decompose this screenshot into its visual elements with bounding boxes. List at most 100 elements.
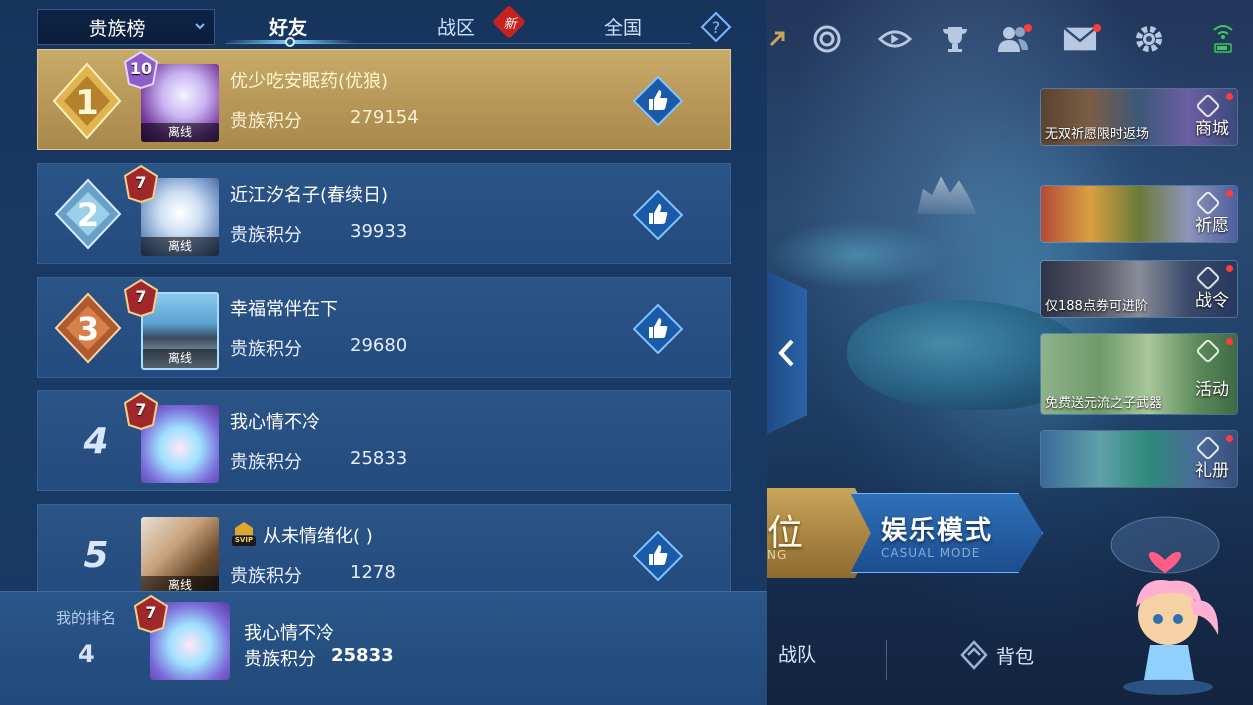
my-rank-label: 我的排名: [56, 609, 117, 627]
svg-text:?: ?: [712, 18, 721, 37]
casual-mode-label: 娱乐模式: [881, 516, 994, 546]
background-art: [767, 220, 947, 290]
nav-team-label: 战队: [778, 644, 817, 666]
player-name: 从未情绪化( ): [263, 526, 373, 547]
tab-region[interactable]: 战区: [437, 13, 475, 40]
player-name: 优少吃安眠药(优狼): [230, 71, 389, 92]
leaderboard-row[interactable]: 5 离线 SVIP 从未情绪化( ) 贵族积分 1278: [37, 504, 731, 595]
pet-character[interactable]: [1110, 515, 1240, 700]
notification-dot: [1226, 338, 1233, 345]
svip-label: SVIP: [234, 536, 254, 544]
player-name: 近江汐名子(春续日): [230, 185, 389, 206]
eye-icon[interactable]: [878, 22, 912, 56]
banner-label: 祈愿: [1195, 216, 1229, 236]
my-player-name: 我心情不冷: [244, 623, 334, 644]
points-value: 39933: [350, 221, 408, 242]
like-button[interactable]: [633, 304, 683, 354]
silver-medal-icon: 2: [54, 178, 122, 250]
my-rank-bar: 我的排名 4 7 我心情不冷 贵族积分 25833: [0, 591, 767, 705]
friends-icon[interactable]: [996, 22, 1032, 56]
bronze-medal-icon: 3: [54, 292, 122, 364]
like-button[interactable]: [633, 190, 683, 240]
tab-national[interactable]: 全国: [604, 13, 642, 40]
backpack-icon: [960, 640, 988, 670]
banner-label: 商城: [1195, 119, 1229, 139]
banner-label: 战令: [1195, 291, 1229, 311]
question-diamond-icon[interactable]: ?: [700, 11, 732, 43]
rank-number: 3: [77, 310, 99, 348]
points-label: 贵族积分: [230, 111, 302, 132]
player-name: 我心情不冷: [230, 412, 320, 433]
mail-icon[interactable]: [1063, 22, 1101, 56]
points-label: 贵族积分: [230, 225, 302, 246]
level-number: 7: [135, 173, 147, 192]
dropdown-label: 贵族榜: [88, 17, 146, 40]
collapse-panel-button[interactable]: [765, 270, 807, 435]
points-value: 1278: [350, 562, 396, 583]
trophy-icon[interactable]: [938, 22, 972, 56]
level-badge: 7: [121, 391, 161, 431]
notification-dot: [1226, 435, 1233, 442]
notification-dot: [1226, 93, 1233, 100]
leaderboard-type-dropdown[interactable]: 贵族榜: [37, 9, 215, 45]
side-banner-event[interactable]: 免费送元流之子武器 活动: [1040, 333, 1238, 415]
rank-number: 1: [75, 83, 99, 123]
notification-dot: [1024, 24, 1032, 32]
nav-backpack-label: 背包: [996, 645, 1035, 668]
rank-number: 2: [77, 196, 99, 234]
gear-icon[interactable]: [1132, 22, 1166, 56]
new-badge-label: 新: [503, 17, 517, 32]
my-level-badge: 7: [131, 594, 171, 634]
wifi-battery-icon: [1208, 22, 1238, 56]
banner-label: 礼册: [1195, 461, 1229, 481]
avatar[interactable]: 离线: [141, 517, 219, 595]
leaderboard-panel: 贵族榜 好友 战区 新 全国 ? 1 离线 10 优少吃安眠药(优狼) 贵族积分…: [0, 0, 767, 705]
castle-art: [917, 176, 977, 214]
banner-caption: 仅188点券可进阶: [1045, 299, 1148, 314]
banner-label: 活动: [1195, 380, 1229, 400]
level-badge: 7: [121, 278, 161, 318]
side-banner-wish[interactable]: 祈愿: [1040, 185, 1238, 243]
points-label: 贵族积分: [230, 452, 302, 473]
leaderboard-row[interactable]: 2 离线 7 近江汐名子(春续日) 贵族积分 39933: [37, 163, 731, 264]
casual-mode-sublabel: CASUAL MODE: [881, 546, 981, 560]
leaderboard-row[interactable]: 1 离线 10 优少吃安眠药(优狼) 贵族积分 279154: [37, 49, 731, 150]
points-value: 25833: [350, 448, 408, 469]
points-value: 279154: [350, 107, 419, 128]
tab-friends[interactable]: 好友: [269, 13, 307, 40]
offline-tag: 离线: [141, 237, 219, 256]
nav-backpack[interactable]: 背包: [958, 640, 1034, 670]
like-button[interactable]: [633, 76, 683, 126]
side-banner-pass[interactable]: 仅188点券可进阶 战令: [1040, 260, 1238, 318]
svip-badge: SVIP: [231, 520, 257, 548]
like-button[interactable]: [633, 531, 683, 581]
my-points-value: 25833: [331, 645, 394, 666]
my-points-label: 贵族积分: [244, 649, 316, 670]
leaderboard-row[interactable]: 3 离线 7 幸福常伴在下 贵族积分 29680: [37, 277, 731, 378]
rank-number: 4: [83, 421, 109, 462]
offline-tag: 离线: [143, 349, 217, 368]
level-badge: 10: [121, 50, 161, 90]
side-banner-shop[interactable]: 无双祈愿限时返场 商城: [1040, 88, 1238, 146]
leaderboard-row[interactable]: 4 7 我心情不冷 贵族积分 25833: [37, 390, 731, 491]
points-value: 29680: [350, 335, 408, 356]
nav-team[interactable]: 战队: [778, 640, 816, 667]
ranked-mode-sublabel: NG: [767, 548, 788, 562]
level-number: 7: [135, 400, 147, 419]
notification-dot: [1093, 24, 1101, 32]
level-number: 10: [129, 59, 153, 78]
side-banner-gift[interactable]: 礼册: [1040, 430, 1238, 488]
player-name: 幸福常伴在下: [230, 299, 338, 320]
rank-number: 5: [83, 535, 109, 576]
nav-divider: [886, 640, 887, 680]
my-rank-number: 4: [78, 640, 95, 668]
chevron-down-icon: [195, 23, 205, 30]
level-badge: 7: [121, 164, 161, 204]
spiral-icon[interactable]: [810, 22, 844, 56]
notification-dot: [1226, 265, 1233, 272]
my-level-number: 7: [145, 603, 157, 622]
chevron-left-icon: [778, 339, 794, 366]
gold-medal-icon: 1: [52, 62, 122, 140]
level-number: 7: [135, 287, 147, 306]
banner-caption: 无双祈愿限时返场: [1045, 127, 1150, 142]
